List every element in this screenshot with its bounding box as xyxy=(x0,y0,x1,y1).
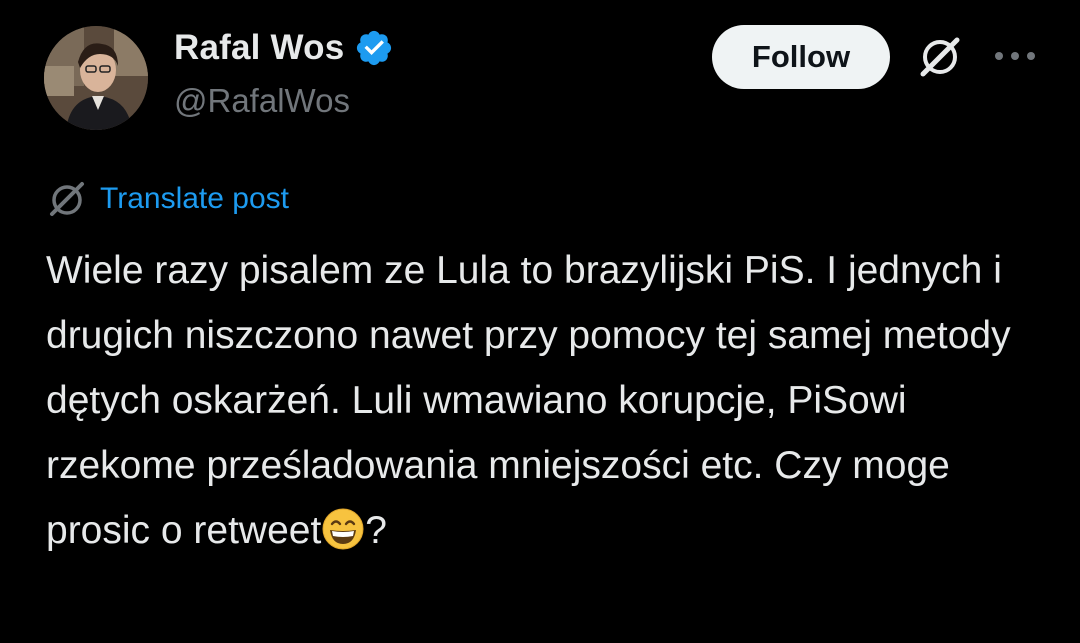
verified-badge-icon[interactable] xyxy=(354,28,394,68)
post-body: Wiele razy pisalem ze Lula to brazylijsk… xyxy=(46,249,1011,552)
follow-button[interactable]: Follow xyxy=(712,25,890,89)
grok-translate-icon xyxy=(50,182,84,216)
post-trailing-text: ? xyxy=(365,509,387,552)
grinning-face-with-smiling-eyes-icon xyxy=(322,508,364,550)
avatar[interactable] xyxy=(44,26,148,130)
post-text: Wiele razy pisalem ze Lula to brazylijsk… xyxy=(46,238,1046,563)
grok-icon[interactable] xyxy=(915,31,965,81)
translate-post-link[interactable]: Translate post xyxy=(100,182,289,216)
author-name-row[interactable]: Rafal Wos xyxy=(174,28,394,68)
author-display-name[interactable]: Rafal Wos xyxy=(174,28,344,68)
more-dots-icon[interactable] xyxy=(993,48,1037,64)
avatar-photo xyxy=(44,26,148,130)
translate-post-row[interactable]: Translate post xyxy=(46,178,289,220)
author-handle[interactable]: @RafalWos xyxy=(174,82,350,120)
